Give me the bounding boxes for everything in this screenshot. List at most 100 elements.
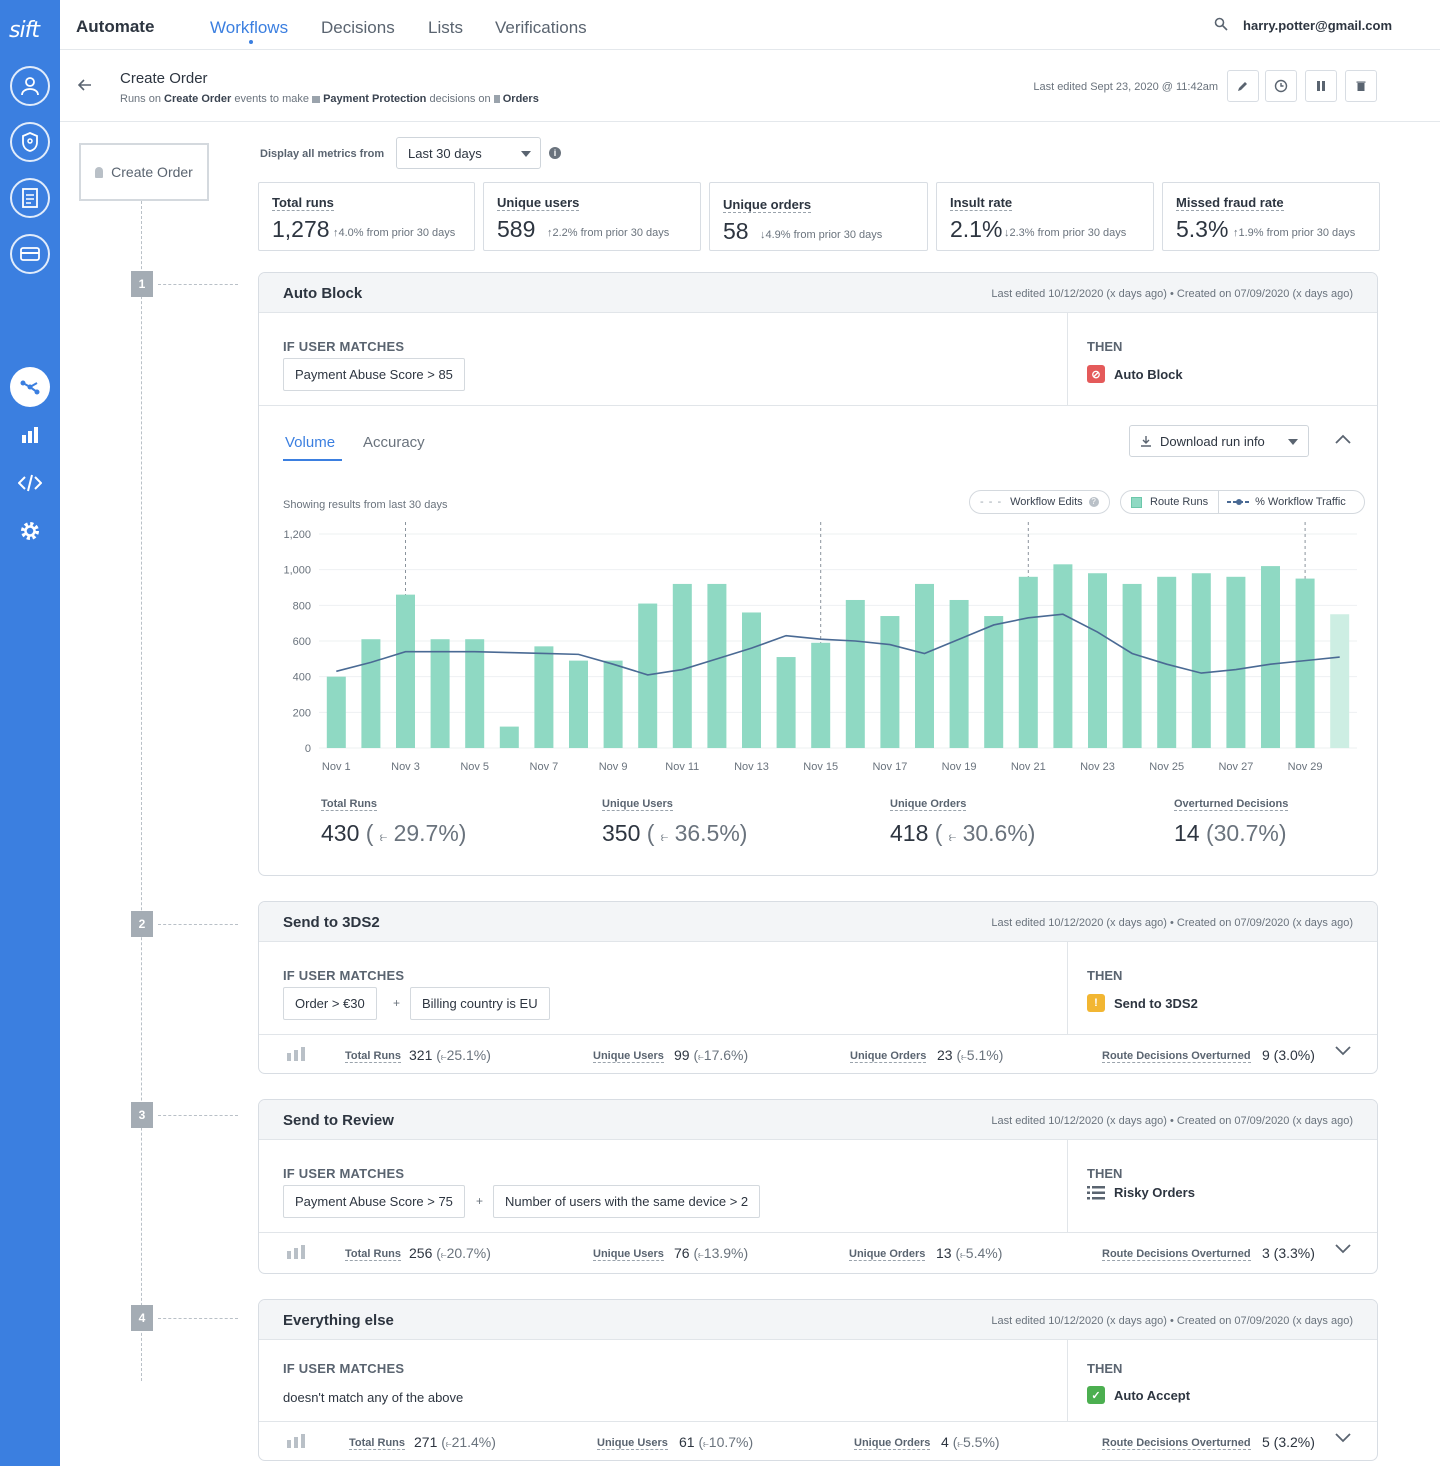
condition-pill[interactable]: Number of users with the same device > 2 xyxy=(493,1185,761,1218)
chart-bar xyxy=(603,660,623,748)
x-tick-label: Nov 7 xyxy=(530,761,559,773)
condition-pill[interactable]: Order > €30 xyxy=(283,987,377,1020)
workflow-icon[interactable] xyxy=(10,367,50,407)
chart-bar xyxy=(949,599,969,748)
chevron-down-icon[interactable] xyxy=(1335,1244,1351,1254)
last-edited: Last edited Sept 23, 2020 @ 11:42am xyxy=(1033,81,1218,93)
traffic-line xyxy=(336,613,1340,676)
gear-icon[interactable] xyxy=(18,519,42,543)
start-node[interactable]: Create Order xyxy=(79,143,209,201)
chart-bar xyxy=(465,639,485,748)
chart-bar xyxy=(1088,573,1107,748)
route-card-send-to-review: Send to Review Last edited 10/12/2020 (x… xyxy=(258,1099,1378,1274)
chart-bar xyxy=(1226,576,1246,748)
y-tick-label: 800 xyxy=(293,600,311,612)
chevron-up-icon[interactable] xyxy=(1335,434,1351,444)
route-header[interactable]: Auto Block Last edited 10/12/2020 (x day… xyxy=(259,273,1377,313)
condition-pill[interactable]: Billing country is EU xyxy=(410,987,550,1020)
route-header[interactable]: Send to 3DS2 Last edited 10/12/2020 (x d… xyxy=(259,902,1377,942)
code-icon[interactable] xyxy=(18,471,42,495)
x-tick-label: Nov 3 xyxy=(391,761,420,773)
route-header[interactable]: Everything else Last edited 10/12/2020 (… xyxy=(259,1300,1377,1340)
step-number: 2 xyxy=(131,911,153,937)
y-tick-label: 400 xyxy=(293,672,311,684)
tab-volume[interactable]: Volume xyxy=(285,434,335,451)
download-run-info-button[interactable]: Download run info xyxy=(1129,425,1309,457)
analytics-icon[interactable] xyxy=(18,423,42,447)
y-tick-label: 600 xyxy=(293,636,311,648)
edit-button[interactable] xyxy=(1227,70,1259,102)
traffic-icon: ⥼ xyxy=(660,829,669,844)
legend-workflow-edits[interactable]: - - - Workflow Edits ? xyxy=(969,490,1110,514)
y-tick-label: 1,200 xyxy=(283,529,311,541)
chart-bar xyxy=(534,646,554,748)
bar-chart-icon[interactable] xyxy=(287,1047,305,1061)
nav-verifications[interactable]: Verifications xyxy=(495,18,587,38)
showing-label: Showing results from last 30 days xyxy=(283,499,448,511)
route-action: Risky Orders xyxy=(1087,1185,1195,1200)
nav-decisions[interactable]: Decisions xyxy=(321,18,395,38)
delete-button[interactable] xyxy=(1345,70,1377,102)
top-nav-bar: Automate Workflows Decisions Lists Verif… xyxy=(60,0,1440,50)
legend-route-runs[interactable]: Route Runs xyxy=(1121,491,1220,513)
y-tick-label: 0 xyxy=(305,743,311,755)
route-action: ✓ Auto Accept xyxy=(1087,1386,1190,1404)
filter-label: Display all metrics from xyxy=(260,148,385,160)
stat-total-runs: Total Runs 430 ( ⥼ 29.7%) xyxy=(321,798,467,846)
route-header[interactable]: Send to Review Last edited 10/12/2020 (x… xyxy=(259,1100,1377,1140)
document-icon[interactable] xyxy=(10,178,50,218)
chart-bar xyxy=(361,639,381,748)
metric-card: Insult rate 2.1% ↓2.3% from prior 30 day… xyxy=(936,182,1154,251)
route-title: Send to Review xyxy=(283,1112,394,1129)
history-button[interactable] xyxy=(1265,70,1297,102)
metric-card: Missed fraud rate 5.3% ↑1.9% from prior … xyxy=(1162,182,1380,251)
nav-active-indicator xyxy=(249,40,253,44)
chart-bar xyxy=(707,583,727,748)
route-card-everything-else: Everything else Last edited 10/12/2020 (… xyxy=(258,1299,1378,1461)
condition-pill[interactable]: Payment Abuse Score > 75 xyxy=(283,1185,465,1218)
trash-icon xyxy=(1356,81,1366,91)
shield-icon[interactable] xyxy=(10,122,50,162)
chart-bar xyxy=(430,639,450,748)
chart-bar xyxy=(396,594,415,748)
line-swatch-icon xyxy=(1227,499,1252,505)
pause-button[interactable] xyxy=(1305,70,1337,102)
route-meta: Last edited 10/12/2020 (x days ago) • Cr… xyxy=(991,1115,1353,1127)
help-icon: ? xyxy=(1088,497,1099,507)
stat-overturned-decisions: Overturned Decisions 14 (30.7%) xyxy=(1174,798,1289,846)
info-icon[interactable]: i xyxy=(549,147,561,159)
tab-accuracy[interactable]: Accuracy xyxy=(363,434,425,451)
nav-lists[interactable]: Lists xyxy=(428,18,463,38)
bar-chart-icon[interactable] xyxy=(287,1245,305,1259)
date-range-select[interactable]: Last 30 days xyxy=(396,137,541,169)
route-meta: Last edited 10/12/2020 (x days ago) • Cr… xyxy=(991,917,1353,929)
chevron-down-icon[interactable] xyxy=(1335,1046,1351,1056)
legend-workflow-traffic[interactable]: % Workflow Traffic xyxy=(1219,496,1354,508)
chart-bar xyxy=(672,583,692,748)
clock-icon xyxy=(1274,79,1288,93)
back-arrow-icon[interactable] xyxy=(77,78,92,96)
chevron-down-icon[interactable] xyxy=(1335,1433,1351,1443)
user-email[interactable]: harry.potter@gmail.com xyxy=(1243,18,1392,33)
and-operator: + xyxy=(476,1194,484,1208)
condition-pill[interactable]: Payment Abuse Score > 85 xyxy=(283,358,465,391)
chart-bar xyxy=(1295,578,1315,748)
user-icon[interactable] xyxy=(10,66,50,106)
x-tick-label: Nov 15 xyxy=(803,761,838,773)
route-conditions: IF USER MATCHES doesn't match any of the… xyxy=(259,1340,1377,1422)
bar-chart-icon[interactable] xyxy=(287,1434,305,1448)
nav-workflows[interactable]: Workflows xyxy=(210,18,288,38)
x-tick-label: Nov 11 xyxy=(665,761,699,773)
step-connector xyxy=(158,284,238,285)
stat-unique-users: Unique Users 350 ( ⥼ 36.5%) xyxy=(602,798,748,846)
card-icon[interactable] xyxy=(10,234,50,274)
download-icon xyxy=(1141,436,1151,447)
chart-bar xyxy=(1122,583,1142,748)
bar-swatch-icon xyxy=(1131,496,1142,508)
metric-card: Unique orders 58 ↓4.9% from prior 30 day… xyxy=(709,182,928,251)
search-icon[interactable] xyxy=(1214,17,1228,36)
step-connector xyxy=(158,1115,238,1116)
chart-bar xyxy=(499,726,519,748)
chart-bar xyxy=(811,642,831,748)
step-number: 1 xyxy=(131,271,153,297)
